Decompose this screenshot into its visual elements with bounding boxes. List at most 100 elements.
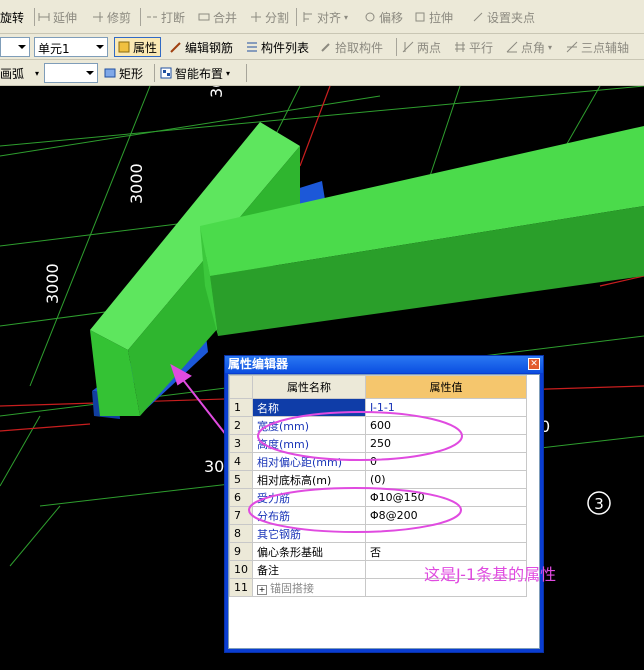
row-number: 4 <box>229 452 253 471</box>
property-name: 备注 <box>252 560 366 579</box>
row-number: 3 <box>229 434 253 453</box>
table-row[interactable]: 2 宽度(mm) 600 <box>229 416 527 435</box>
property-value[interactable] <box>365 524 527 543</box>
table-row[interactable]: 6 受力筋 Φ10@150 <box>229 488 527 507</box>
grip-icon <box>472 11 484 23</box>
set-grip-button[interactable]: 设置夹点 <box>472 7 535 27</box>
property-icon <box>118 41 130 53</box>
property-name: 名称 <box>252 398 366 417</box>
two-point-icon <box>402 41 414 53</box>
axis-bubble-label: 3 <box>594 495 604 513</box>
property-name: 受力筋 <box>252 488 366 507</box>
toolbar-draw: 画弧 ▾ 矩形 智能布置 ▾ <box>0 60 644 86</box>
property-editor-title: 属性编辑器 <box>228 357 289 371</box>
stretch-icon <box>414 11 426 23</box>
dimension-label: 3000 <box>127 163 146 204</box>
trim-label: 修剪 <box>107 10 132 25</box>
smart-layout-button[interactable]: 智能布置 ▾ <box>160 63 230 83</box>
expand-icon[interactable]: + <box>257 584 267 595</box>
stretch-button[interactable]: 拉伸 <box>414 7 453 27</box>
property-name: 宽度(mm) <box>252 416 366 435</box>
break-button[interactable]: 打断 <box>146 7 185 27</box>
extend-label: 延伸 <box>53 10 78 25</box>
table-row[interactable]: 4 相对偏心距(mm) 0 <box>229 452 527 471</box>
rotate-label: 旋转 <box>0 10 25 25</box>
toolbar-component: 单元1 属性 编辑钢筋 构件列表 拾取构件 两点 平行 点角 ▾ 三点辅轴 <box>0 34 644 60</box>
dimension-label: 30 <box>207 86 226 98</box>
pick-component-label: 拾取构件 <box>335 40 384 55</box>
align-label: 对齐 <box>317 10 342 25</box>
table-row[interactable]: 9 偏心条形基础 否 <box>229 542 527 561</box>
property-value[interactable]: 600 <box>365 416 527 435</box>
two-point-label: 两点 <box>417 40 442 55</box>
property-editor-window: 属性编辑器 ✕ 属性名称 属性值 1 名称 J-1-1 2 宽度(mm) 600… <box>224 355 544 653</box>
layer-combo[interactable] <box>0 37 30 57</box>
three-point-axis-button[interactable]: 三点辅轴 <box>566 37 629 57</box>
trim-icon <box>92 11 104 23</box>
property-value[interactable]: 0 <box>365 452 527 471</box>
property-value[interactable]: Φ10@150 <box>365 488 527 507</box>
property-editor-titlebar[interactable]: 属性编辑器 ✕ <box>225 356 543 373</box>
merge-button[interactable]: 合并 <box>198 7 237 27</box>
table-row[interactable]: 5 相对底标高(m) (0) <box>229 470 527 489</box>
pick-component-button[interactable]: 拾取构件 <box>320 37 383 57</box>
separator <box>246 64 247 82</box>
smart-layout-icon <box>160 67 172 79</box>
rotate-button[interactable]: 旋转 <box>0 7 24 27</box>
rectangle-label: 矩形 <box>119 66 144 81</box>
property-value[interactable]: Φ8@200 <box>365 506 527 525</box>
align-icon <box>302 11 314 23</box>
property-name: 偏心条形基础 <box>252 542 366 561</box>
trim-button[interactable]: 修剪 <box>92 7 131 27</box>
arc-label: 画弧 <box>0 66 25 81</box>
parallel-icon <box>454 41 466 53</box>
header-num-cell <box>229 375 253 399</box>
property-value[interactable]: J-1-1 <box>365 398 527 417</box>
annotation-text: 这是J-1条基的属性 <box>424 565 557 584</box>
point-angle-label: 点角 <box>521 40 546 55</box>
shape-combo[interactable] <box>44 63 98 83</box>
component-list-button[interactable]: 构件列表 <box>246 37 309 57</box>
extend-button[interactable]: 延伸 <box>38 7 77 27</box>
point-angle-icon <box>506 41 518 53</box>
property-button[interactable]: 属性 <box>114 37 162 57</box>
combo-arrow-icon <box>86 71 94 75</box>
property-label: 属性 <box>133 40 158 55</box>
two-point-button[interactable]: 两点 <box>402 37 441 57</box>
offset-icon <box>364 11 376 23</box>
dropdown-arrow-icon: ▾ <box>548 42 553 52</box>
property-value[interactable]: 250 <box>365 434 527 453</box>
point-angle-button[interactable]: 点角 ▾ <box>506 37 552 57</box>
split-button[interactable]: 分割 <box>250 7 289 27</box>
row-number: 11 <box>229 578 253 597</box>
align-button[interactable]: 对齐 ▾ <box>302 7 348 27</box>
dropdown-arrow-icon: ▾ <box>344 12 349 22</box>
break-label: 打断 <box>161 10 186 25</box>
close-icon[interactable]: ✕ <box>528 358 540 370</box>
separator <box>34 8 35 26</box>
table-row[interactable]: 7 分布筋 Φ8@200 <box>229 506 527 525</box>
property-name-cell[interactable]: + 锚固搭接 <box>252 578 366 597</box>
pencil-icon <box>170 41 182 53</box>
arc-button[interactable]: 画弧 ▾ <box>0 63 39 83</box>
offset-button[interactable]: 偏移 <box>364 7 403 27</box>
table-row[interactable]: 3 高度(mm) 250 <box>229 434 527 453</box>
property-name: 锚固搭接 <box>270 581 314 595</box>
edit-rebar-label: 编辑钢筋 <box>185 40 234 55</box>
property-value[interactable]: 否 <box>365 542 527 561</box>
unit-combo-value: 单元1 <box>38 42 70 56</box>
list-icon <box>246 41 258 53</box>
parallel-button[interactable]: 平行 <box>454 37 493 57</box>
axis-bubble: 3 <box>587 491 611 515</box>
property-value[interactable]: (0) <box>365 470 527 489</box>
separator <box>396 38 397 56</box>
combo-arrow-icon <box>96 45 104 49</box>
separator <box>296 8 297 26</box>
column-header-name: 属性名称 <box>252 375 366 399</box>
unit-combo[interactable]: 单元1 <box>34 37 108 57</box>
table-row[interactable]: 8 其它钢筋 <box>229 524 527 543</box>
table-row[interactable]: 1 名称 J-1-1 <box>229 398 527 417</box>
rectangle-button[interactable]: 矩形 <box>104 63 143 83</box>
edit-rebar-button[interactable]: 编辑钢筋 <box>170 37 233 57</box>
row-number: 7 <box>229 506 253 525</box>
